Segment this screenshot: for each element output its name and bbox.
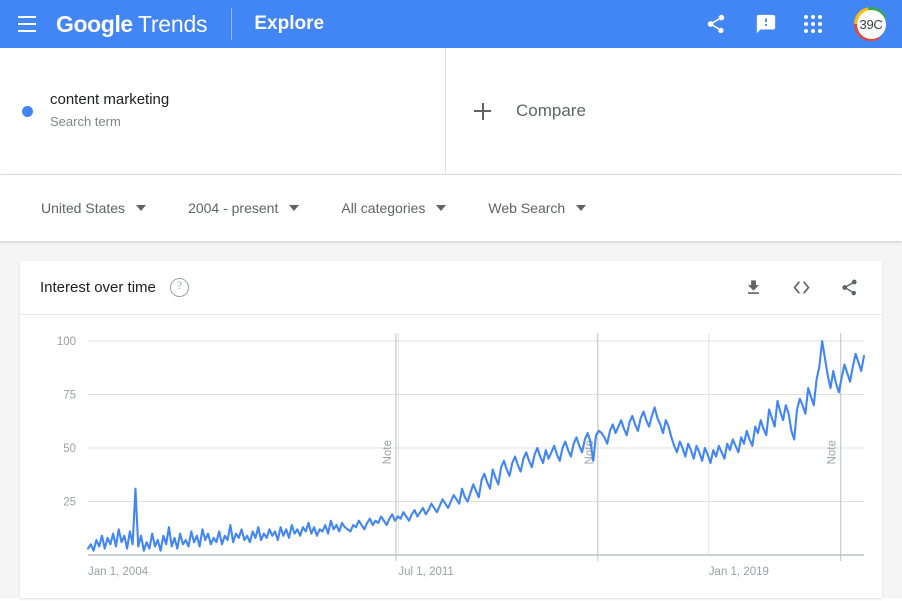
apps-dot [818, 15, 822, 19]
location-filter-label: United States [41, 200, 126, 216]
time-range-filter-label: 2004 - present [188, 200, 279, 216]
apps-dot [811, 22, 815, 26]
brand-product-text: Trends [137, 10, 208, 37]
category-filter-label: All categories [341, 200, 426, 216]
x-axis-tick-label: Jul 1, 2011 [398, 566, 453, 578]
apps-dot [804, 22, 808, 26]
search-term-label: content marketing [50, 91, 170, 108]
card-header: Interest over time ? [20, 261, 882, 315]
chevron-down-icon [436, 205, 447, 211]
hamburger-menu-icon[interactable] [10, 7, 44, 41]
interest-over-time-card: Interest over time ? 100 75 50 25 Jan 1,… [20, 261, 882, 598]
explore-nav-link[interactable]: Explore [254, 13, 324, 35]
share-icon[interactable] [704, 12, 728, 36]
feedback-icon[interactable] [754, 12, 778, 36]
apps-dot [804, 15, 808, 19]
avatar[interactable]: 39C [854, 7, 888, 41]
top-app-bar: Google Trends Explore 39C [0, 0, 902, 48]
chart-note-label[interactable]: Note [382, 440, 394, 464]
add-comparison-button[interactable]: Compare [446, 48, 902, 174]
chevron-down-icon [289, 205, 300, 211]
content-area: Interest over time ? 100 75 50 25 Jan 1,… [0, 241, 902, 598]
search-type-filter[interactable]: Web Search [488, 200, 587, 216]
interest-over-time-chart[interactable]: 100 75 50 25 Jan 1, 2004 Jul 1, 2011 Jan 1, 20… [20, 315, 882, 597]
chart-series-line [86, 339, 866, 552]
search-term-text: content marketing Search term [50, 90, 169, 132]
plus-icon [474, 102, 491, 120]
search-term-type: Search term [50, 114, 121, 129]
chevron-down-icon [576, 205, 587, 211]
card-title: Interest over time [40, 279, 156, 296]
apps-dot [818, 29, 822, 33]
download-icon[interactable] [742, 277, 764, 299]
chevron-down-icon [136, 205, 147, 211]
compare-label: Compare [516, 101, 586, 120]
apps-dot [811, 15, 815, 19]
topbar-divider [231, 8, 233, 40]
apps-dot [804, 29, 808, 33]
y-axis-tick-label: 25 [63, 497, 76, 509]
hamburger-bar [18, 23, 36, 25]
search-type-filter-label: Web Search [488, 200, 566, 216]
x-axis-tick-label: Jan 1, 2004 [88, 566, 149, 578]
category-filter[interactable]: All categories [341, 200, 447, 216]
apps-dot [818, 22, 822, 26]
series-color-dot [22, 105, 33, 117]
chart-svg: 100 75 50 25 Jan 1, 2004 Jul 1, 2011 Jan 1, 20… [57, 333, 866, 578]
google-trends-logo[interactable]: Google Trends [56, 10, 208, 38]
brand-google-text: Google [56, 10, 133, 37]
y-axis-tick-label: 100 [57, 336, 76, 348]
search-term-card[interactable]: content marketing Search term [0, 48, 446, 174]
y-axis-tick-label: 50 [63, 443, 76, 455]
apps-dot [811, 29, 815, 33]
help-circle-icon[interactable]: ? [169, 278, 189, 297]
topbar-icon-group: 39C [704, 7, 888, 41]
x-axis-tick-label: Jan 1, 2019 [709, 566, 769, 578]
card-action-group [742, 277, 860, 299]
avatar-label: 39C [856, 9, 886, 39]
share-icon[interactable] [838, 277, 860, 299]
apps-grid-icon[interactable] [804, 15, 822, 33]
hamburger-bar [18, 30, 36, 32]
embed-code-icon[interactable] [790, 277, 812, 299]
query-row: content marketing Search term Compare [0, 48, 902, 175]
hamburger-bar [18, 16, 36, 18]
y-axis-tick-label: 75 [63, 390, 76, 402]
location-filter[interactable]: United States [41, 200, 147, 216]
time-range-filter[interactable]: 2004 - present [188, 200, 300, 216]
filter-bar: United States 2004 - present All categor… [0, 175, 902, 241]
chart-note-label[interactable]: Note [827, 440, 839, 464]
